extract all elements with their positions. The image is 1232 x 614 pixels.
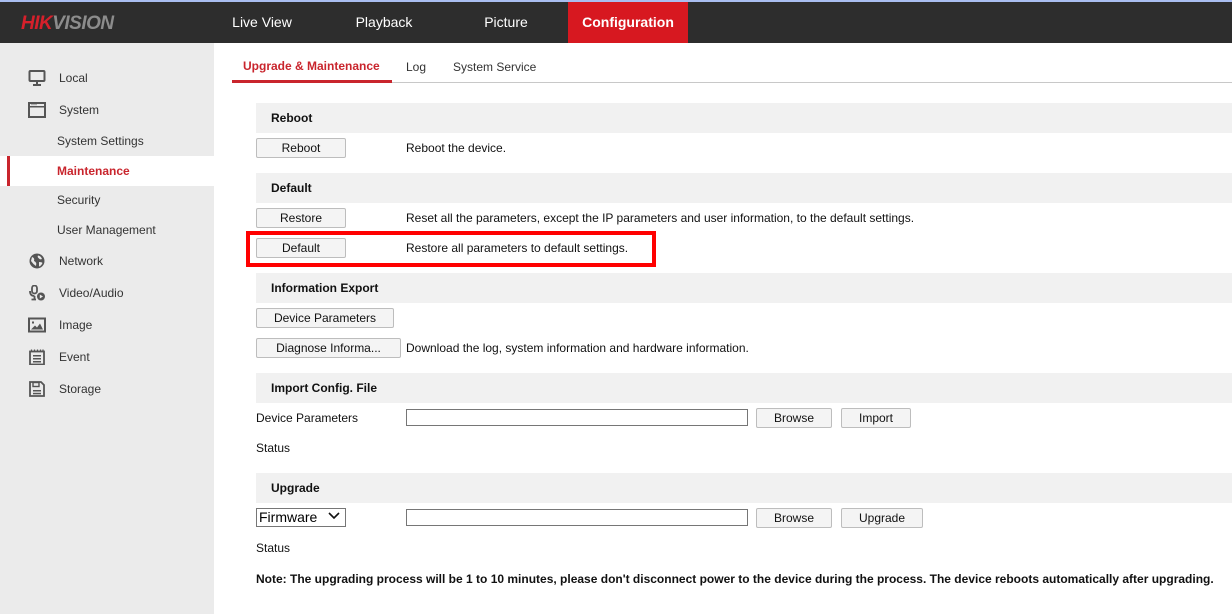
sidebar-item-maintenance[interactable]: Maintenance <box>0 156 214 186</box>
section-title: Information Export <box>271 281 379 295</box>
import-status-label: Status <box>256 441 291 455</box>
section-header-information-export: Information Export <box>256 273 1232 303</box>
sidebar-item-system[interactable]: System <box>0 95 214 125</box>
monitor-icon <box>28 70 46 86</box>
upgrade-note: Note: The upgrading process will be 1 to… <box>256 572 1214 586</box>
chevron-down-icon <box>328 510 340 527</box>
image-icon <box>28 317 46 333</box>
globe-icon <box>29 253 45 269</box>
import-button[interactable]: Import <box>841 408 911 428</box>
tab-log[interactable]: Log <box>406 60 426 74</box>
import-config-file-input[interactable] <box>406 409 748 426</box>
notepad-icon <box>29 349 45 365</box>
top-header: HIKVISION Live View Playback Picture Con… <box>0 2 1232 43</box>
sidebar-item-label: System Settings <box>57 134 144 148</box>
tab-system-service[interactable]: System Service <box>453 60 536 74</box>
sidebar-item-label: Video/Audio <box>59 286 124 300</box>
section-header-import-config: Import Config. File <box>256 373 1232 403</box>
sidebar: Local System System Settings Maintenance… <box>0 43 214 614</box>
upgrade-status-label: Status <box>256 541 291 555</box>
sidebar-item-event[interactable]: Event <box>0 342 214 372</box>
microphone-play-icon <box>29 285 45 301</box>
nav-live-view[interactable]: Live View <box>214 2 310 43</box>
section-header-default: Default <box>256 173 1232 203</box>
sidebar-item-label: Security <box>57 193 101 207</box>
sidebar-item-security[interactable]: Security <box>0 185 214 215</box>
import-browse-button[interactable]: Browse <box>756 408 832 428</box>
window-icon <box>28 102 46 118</box>
upgrade-button[interactable]: Upgrade <box>841 508 923 528</box>
select-value: Firmware <box>259 509 318 525</box>
sidebar-item-local[interactable]: Local <box>0 63 214 93</box>
section-title: Upgrade <box>271 481 320 495</box>
section-title: Import Config. File <box>271 381 377 395</box>
reboot-description: Reboot the device. <box>406 141 507 155</box>
nav-playback[interactable]: Playback <box>336 2 432 43</box>
restore-description: Reset all the parameters, except the IP … <box>406 211 915 225</box>
nav-picture[interactable]: Picture <box>458 2 554 43</box>
sidebar-item-label: Maintenance <box>57 164 130 178</box>
section-header-upgrade: Upgrade <box>256 473 1232 503</box>
restore-button[interactable]: Restore <box>256 208 346 228</box>
sidebar-item-network[interactable]: Network <box>0 246 214 276</box>
diagnose-description: Download the log, system information and… <box>406 341 749 355</box>
sidebar-item-user-management[interactable]: User Management <box>0 215 214 245</box>
hikvision-logo: HIKVISION <box>21 13 114 35</box>
upgrade-file-input[interactable] <box>406 509 748 526</box>
sidebar-item-label: System <box>59 103 100 117</box>
sidebar-item-storage[interactable]: Storage <box>0 374 214 404</box>
section-header-reboot: Reboot <box>256 103 1232 133</box>
diagnose-information-button[interactable]: Diagnose Informa... <box>256 338 401 358</box>
reboot-button[interactable]: Reboot <box>256 138 346 158</box>
sidebar-item-label: Local <box>59 71 88 85</box>
sidebar-item-label: Event <box>59 350 90 364</box>
highlight-box <box>246 231 656 267</box>
sidebar-item-label: Network <box>59 254 104 268</box>
sidebar-item-system-settings[interactable]: System Settings <box>0 126 214 156</box>
nav-configuration[interactable]: Configuration <box>568 2 688 43</box>
sidebar-item-image[interactable]: Image <box>0 310 214 340</box>
sidebar-item-video-audio[interactable]: Video/Audio <box>0 278 214 308</box>
upgrade-type-select[interactable]: Firmware <box>256 508 346 527</box>
floppy-disk-icon <box>29 381 45 397</box>
sidebar-item-label: Image <box>59 318 93 332</box>
section-title: Default <box>271 181 312 195</box>
upgrade-browse-button[interactable]: Browse <box>756 508 832 528</box>
sidebar-item-label: User Management <box>57 223 156 237</box>
tab-upgrade-maintenance[interactable]: Upgrade & Maintenance <box>243 59 380 73</box>
device-parameters-export-button[interactable]: Device Parameters <box>256 308 394 328</box>
logo-hik-text: HIK <box>21 13 53 34</box>
active-tab-underline <box>232 80 392 83</box>
device-parameters-label: Device Parameters <box>256 411 359 425</box>
sidebar-item-label: Storage <box>59 382 102 396</box>
section-title: Reboot <box>271 111 313 125</box>
logo-vision-text: VISION <box>52 13 114 34</box>
tab-bar: Upgrade & Maintenance Log System Service <box>232 43 1232 83</box>
